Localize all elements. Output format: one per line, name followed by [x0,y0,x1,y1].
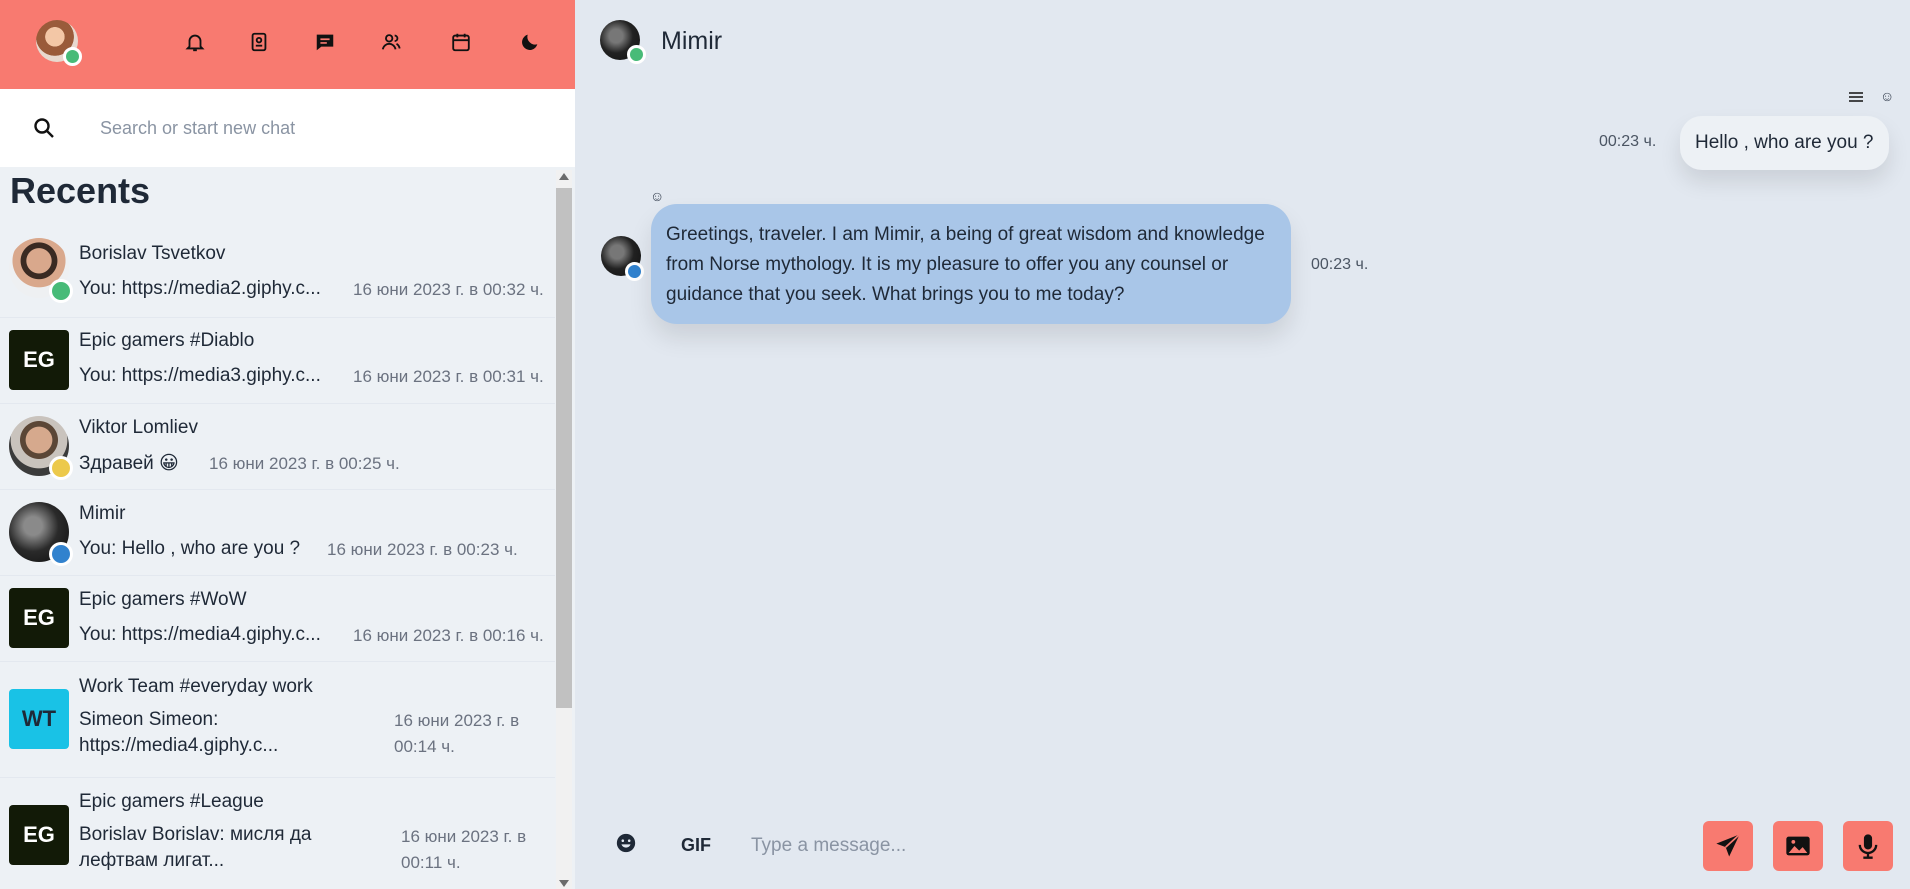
outgoing-message: Hello , who are you ? [1680,116,1889,170]
recents-heading: Recents [10,170,151,211]
notifications-button[interactable] [181,28,209,56]
message-time: 00:23 ч. [1311,256,1369,273]
chat-item-borislav-tsvetkov[interactable]: Borislav Tsvetkov You: https://media2.gi… [0,232,555,318]
chat-header-name: Mimir [661,27,723,55]
react-emoji-icon[interactable]: ☺ [650,188,664,204]
chat-item-date: 16 юни 2023 г. в 00:23 ч. [327,540,518,559]
bell-icon [185,34,205,52]
contact-card-icon [251,32,267,52]
scroll-up-arrow-icon[interactable] [559,173,569,180]
group-avatar: EG [9,330,69,390]
chat-item-epic-gamers-diablo[interactable]: EG Epic gamers #Diablo You: https://medi… [0,318,555,404]
recent-chats-list: Borislav Tsvetkov You: https://media2.gi… [0,232,555,889]
away-status-dot [49,456,73,480]
chat-item-preview: You: https://media3.giphy.c... [79,365,321,386]
chat-item-date: 16 юни 2023 г. в 00:14 ч. [394,711,520,756]
people-icon [381,34,401,50]
chat-item-preview: You: https://media4.giphy.c... [79,624,321,645]
react-emoji-icon[interactable]: ☺ [1880,88,1894,104]
chat-item-preview: Borislav Borislav: мисля да лефтвам лига… [79,824,312,871]
chat-item-preview: You: Hello , who are you ? [79,538,301,559]
chat-item-work-team[interactable]: WT Work Team #everyday work Simeon Simeo… [0,662,555,778]
voice-message-button[interactable] [1843,821,1893,871]
bot-status-dot [625,262,644,281]
chat-item-epic-gamers-league[interactable]: EG Epic gamers #League Borislav Borislav… [0,778,555,889]
people-button[interactable] [377,28,405,56]
chat-item-epic-gamers-wow[interactable]: EG Epic gamers #WoW You: https://media4.… [0,576,555,662]
user-online-status-dot [63,47,82,66]
search-input[interactable] [100,109,540,147]
chat-item-preview: Simeon Simeon: https://media4.giphy.c... [79,709,279,756]
chat-item-name: Epic gamers #WoW [79,589,247,610]
moon-icon [522,34,538,50]
message-time: 00:23 ч. [1599,133,1657,150]
gif-button[interactable]: GIF [681,835,711,856]
chat-item-name: Epic gamers #Diablo [79,330,255,351]
recents-scrollbar-thumb[interactable] [556,188,572,708]
send-icon [1716,833,1741,857]
chat-item-name: Work Team #everyday work [79,676,313,697]
chat-item-date: 16 юни 2023 г. в 00:25 ч. [209,454,400,473]
send-button[interactable] [1703,821,1753,871]
chat-item-name: Borislav Tsvetkov [79,243,226,264]
scroll-down-arrow-icon[interactable] [559,880,569,887]
online-status-dot [49,279,73,303]
chat-item-viktor-lomliev[interactable]: Viktor Lomliev Здравей 😀 16 юни 2023 г. … [0,404,555,490]
chat-item-name: Viktor Lomliev [79,417,198,438]
chat-panel: Mimir ☺ 00:23 ч. Hello , who are you ? ☺… [575,0,1910,889]
chats-button[interactable] [311,28,339,56]
message-input[interactable] [751,826,1651,866]
sidebar-topbar [0,0,575,89]
chat-item-date: 16 юни 2023 г. в 00:16 ч. [353,626,544,645]
chat-item-date: 16 юни 2023 г. в 00:11 ч. [401,827,527,872]
chat-item-name: Epic gamers #League [79,791,264,812]
group-avatar: WT [9,689,69,749]
microphone-icon [1858,834,1878,859]
sidebar: Recents Borislav Tsvetkov You: https://m… [0,0,575,889]
chat-item-preview: Здравей 😀 [79,453,179,474]
contacts-button[interactable] [245,28,273,56]
group-avatar: EG [9,805,69,865]
calendar-icon [452,33,470,52]
chat-item-date: 16 юни 2023 г. в 00:32 ч. [353,280,544,299]
chat-item-preview: You: https://media2.giphy.c... [79,278,321,299]
calendar-button[interactable] [447,28,475,56]
chat-bubble-icon [316,34,334,51]
incoming-message: Greetings, traveler. I am Mimir, a being… [651,204,1291,324]
chat-item-date: 16 юни 2023 г. в 00:31 ч. [353,367,544,386]
chat-item-name: Mimir [79,503,126,524]
image-icon [1786,836,1810,856]
bot-status-dot [49,542,73,566]
chat-header-status-dot [627,45,646,64]
search-icon [34,118,54,138]
chat-item-mimir[interactable]: Mimir You: Hello , who are you ? 16 юни … [0,490,555,576]
message-menu-icon[interactable] [1848,90,1864,104]
emoji-picker-icon[interactable] [615,832,637,854]
dark-mode-toggle[interactable] [516,28,544,56]
attach-image-button[interactable] [1773,821,1823,871]
search-bar [0,89,575,167]
group-avatar: EG [9,588,69,648]
